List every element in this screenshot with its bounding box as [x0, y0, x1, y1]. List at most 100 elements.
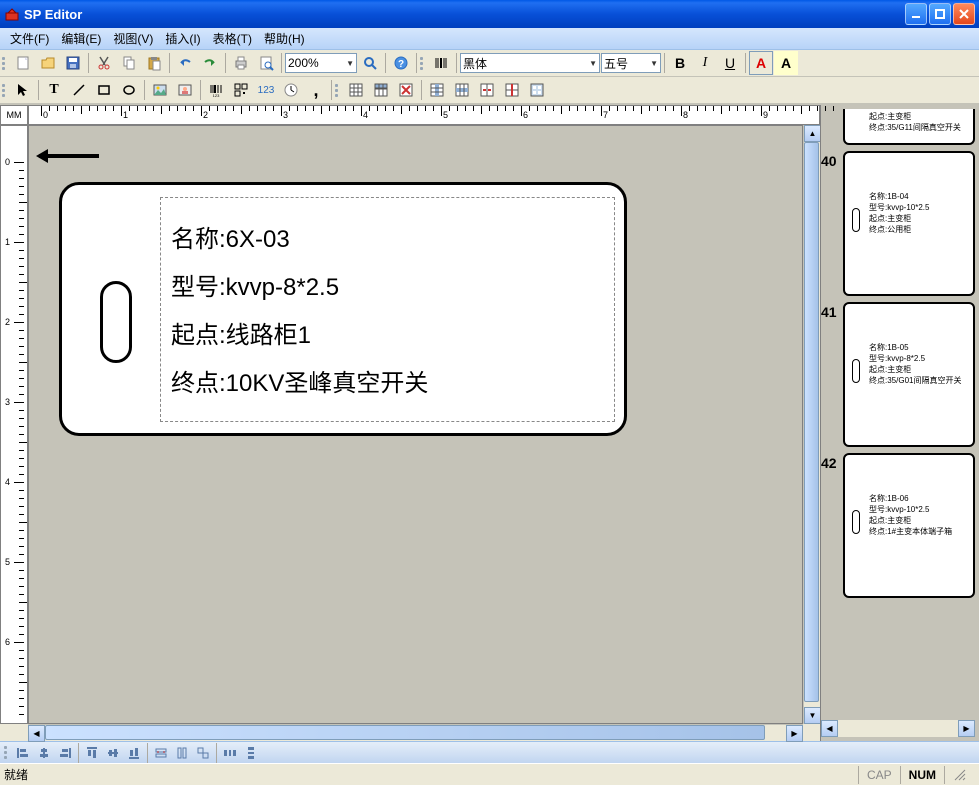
bgcolor-button[interactable]: A	[774, 51, 798, 75]
thumbnail-item[interactable]: 40名称:1B-04型号:kvvp-10*2.5起点:主变柜终点:公用柜	[821, 151, 975, 296]
align-top-icon[interactable]	[82, 744, 102, 762]
cut-button[interactable]	[92, 51, 116, 75]
scroll-up-button[interactable]: ▲	[804, 125, 821, 142]
preview-button[interactable]	[254, 51, 278, 75]
align-right-icon[interactable]	[55, 744, 75, 762]
thumbnail-card[interactable]: 名称:1B-05型号:kvvp-8*2.5起点:主变柜终点:35/G01间隔真空…	[843, 302, 975, 447]
thumbnail-item[interactable]: 41名称:1B-05型号:kvvp-8*2.5起点:主变柜终点:35/G01间隔…	[821, 302, 975, 447]
toolbar-grip4[interactable]	[335, 79, 341, 101]
print-button[interactable]	[229, 51, 253, 75]
qr-tool[interactable]	[229, 78, 253, 102]
label-line-end: 终点:10KV圣峰真空开关	[171, 360, 604, 408]
new-button[interactable]	[11, 51, 35, 75]
font-combo[interactable]: 黑体▼	[460, 53, 600, 73]
bottom-grip[interactable]	[4, 742, 10, 764]
thumb-scroll-left[interactable]: ◀	[821, 720, 838, 737]
table-split2-icon[interactable]	[500, 78, 524, 102]
toolbar-draw: T 123 123 ,	[0, 77, 979, 104]
pointer-tool[interactable]	[11, 78, 35, 102]
size-combo[interactable]: 五号▼	[601, 53, 661, 73]
table-row-icon[interactable]	[450, 78, 474, 102]
table-delete-icon[interactable]	[394, 78, 418, 102]
menu-edit[interactable]: 编辑(E)	[55, 28, 107, 49]
thumb-scroll-right[interactable]: ▶	[958, 720, 975, 737]
scroll-down-button[interactable]: ▼	[804, 707, 821, 724]
thumbnail-number: 41	[821, 302, 843, 320]
line-tool[interactable]	[67, 78, 91, 102]
undo-button[interactable]	[173, 51, 197, 75]
redo-button[interactable]	[198, 51, 222, 75]
thumbnail-card[interactable]: 名称:1B-06型号:kvvp-10*2.5起点:主变柜终点:1#主变本体端子箱	[843, 453, 975, 598]
same-size-icon[interactable]	[193, 744, 213, 762]
underline-button[interactable]: U	[718, 51, 742, 75]
dist-v-icon[interactable]	[241, 744, 261, 762]
align-bottom-icon[interactable]	[124, 744, 144, 762]
label-text-area[interactable]: 名称:6X-03 型号:kvvp-8*2.5 起点:线路柜1 终点:10KV圣峰…	[160, 197, 615, 422]
thumbnail-item[interactable]: 42名称:1B-06型号:kvvp-10*2.5起点:主变柜终点:1#主变本体端…	[821, 453, 975, 598]
barcode-button[interactable]	[429, 51, 453, 75]
scrollbar-horizontal[interactable]: ◀ ▶	[28, 724, 803, 741]
ruler-horizontal: 0123456789	[28, 105, 820, 125]
text-tool[interactable]: T	[42, 78, 66, 102]
close-button[interactable]	[953, 3, 975, 25]
thumbnails-panel: 起点:主变柜终点:35/G11间隔真空开关 40名称:1B-04型号:kvvp-1…	[820, 105, 979, 741]
open-button[interactable]	[36, 51, 60, 75]
thumbnail-card[interactable]: 名称:1B-04型号:kvvp-10*2.5起点:主变柜终点:公用柜	[843, 151, 975, 296]
bottom-toolbar	[0, 741, 979, 763]
paste-button[interactable]	[142, 51, 166, 75]
zoom-combo[interactable]: 200%▼	[285, 53, 357, 73]
scrollbar-vertical[interactable]: ▲ ▼	[803, 125, 820, 724]
same-height-icon[interactable]	[172, 744, 192, 762]
status-num: NUM	[900, 766, 944, 784]
label-card[interactable]: 名称:6X-03 型号:kvvp-8*2.5 起点:线路柜1 终点:10KV圣峰…	[59, 182, 627, 436]
time-tool[interactable]	[279, 78, 303, 102]
table-insert-icon[interactable]	[344, 78, 368, 102]
ruler-vertical: 0123456	[0, 125, 28, 724]
barcode-tool[interactable]: 123	[204, 78, 228, 102]
toolbar-grip2[interactable]	[420, 52, 426, 74]
save-button[interactable]	[61, 51, 85, 75]
align-center-h-icon[interactable]	[34, 744, 54, 762]
align-middle-icon[interactable]	[103, 744, 123, 762]
maximize-button[interactable]	[929, 3, 951, 25]
menu-table[interactable]: 表格(T)	[207, 28, 258, 49]
comma-tool[interactable]: ,	[304, 78, 328, 102]
toolbar-grip[interactable]	[2, 52, 8, 74]
table-merge-icon[interactable]	[475, 78, 499, 102]
ellipse-tool[interactable]	[117, 78, 141, 102]
menu-help[interactable]: 帮助(H)	[258, 28, 311, 49]
thumbnail-card[interactable]: 起点:主变柜终点:35/G11间隔真空开关	[843, 109, 975, 145]
minimize-button[interactable]	[905, 3, 927, 25]
menu-view[interactable]: 视图(V)	[107, 28, 159, 49]
help-button[interactable]: ?	[389, 51, 413, 75]
rect-tool[interactable]	[92, 78, 116, 102]
table-props-icon[interactable]	[525, 78, 549, 102]
copy-button[interactable]	[117, 51, 141, 75]
ruler-corner: MM	[0, 105, 28, 125]
menu-file[interactable]: 文件(F)	[4, 28, 55, 49]
canvas[interactable]: 名称:6X-03 型号:kvvp-8*2.5 起点:线路柜1 终点:10KV圣峰…	[28, 125, 803, 724]
app-icon	[4, 6, 20, 22]
dist-h-icon[interactable]	[220, 744, 240, 762]
image-tool[interactable]	[148, 78, 172, 102]
thumbnail-item[interactable]: 起点:主变柜终点:35/G11间隔真空开关	[821, 109, 975, 145]
thumbnail-number: 42	[821, 453, 843, 471]
window-title: SP Editor	[24, 7, 905, 22]
toolbar-grip3[interactable]	[2, 79, 8, 101]
label-line-name: 名称:6X-03	[171, 216, 604, 264]
textcolor-button[interactable]: A	[749, 51, 773, 75]
workspace: MM 0123456789 0123456 名称:6X-03 型号:kvvp-8…	[0, 105, 979, 741]
statusbar: 就绪 CAP NUM	[0, 763, 979, 785]
align-left-icon[interactable]	[13, 744, 33, 762]
bold-button[interactable]: B	[668, 51, 692, 75]
zoom-button[interactable]	[358, 51, 382, 75]
num-tool[interactable]: 123	[254, 78, 278, 102]
italic-button[interactable]: I	[693, 51, 717, 75]
status-cap: CAP	[858, 766, 900, 784]
menu-insert[interactable]: 插入(I)	[159, 28, 206, 49]
table-col-icon[interactable]	[425, 78, 449, 102]
status-resize-grip[interactable]	[944, 766, 975, 784]
same-width-icon[interactable]	[151, 744, 171, 762]
bitmap-tool[interactable]	[173, 78, 197, 102]
table-row-above-icon[interactable]	[369, 78, 393, 102]
